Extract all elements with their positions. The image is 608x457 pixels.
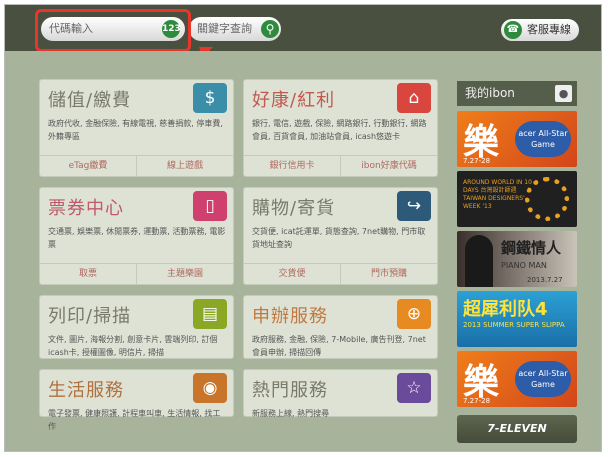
- customer-service-button[interactable]: ☎ 客服專線: [501, 19, 579, 41]
- card-description: 新服務上線, 熱門搜尋: [252, 409, 330, 418]
- house-icon: ⌂: [397, 83, 431, 113]
- ibon-deal-code-link[interactable]: ibon好康代碼: [340, 156, 437, 176]
- card-title: 生活服務: [48, 380, 124, 401]
- ticket-icon: ▯: [193, 191, 227, 221]
- card-description: 文件, 圖片, 海報分割, 創意卡片, 雲端列印, 訂個icash卡, 授權圖像…: [48, 335, 218, 357]
- banner-subtitle: 2013 SUMMER SUPER SLIPPA: [463, 321, 565, 329]
- theme-park-link[interactable]: 主題樂園: [136, 264, 233, 284]
- banner-logo: acer All-Star Game: [515, 121, 571, 157]
- card-title: 熱門服務: [252, 380, 328, 401]
- card-title: 好康/紅利: [252, 90, 336, 111]
- banner-super-slippa[interactable]: 超犀利队4 2013 SUMMER SUPER SLIPPA: [457, 291, 577, 347]
- ibon-screen: 代碼輸入 123 關鍵字查詢 ⚲ ☎ 客服專線 儲值/繳費 $ 政府代收, 金融…: [4, 4, 602, 452]
- document-icon: ▤: [193, 299, 227, 329]
- banner-piano-man[interactable]: 鋼鐵情人 PIANO MAN 2013.7.27: [457, 231, 577, 287]
- card-description: 交通票, 娛樂票, 休閒票券, 運動票, 活動票務, 電影票: [48, 227, 226, 249]
- banner-date: 7.27-28: [463, 157, 491, 165]
- search-icon[interactable]: ⚲: [261, 20, 279, 38]
- card-title: 票券中心: [48, 198, 124, 219]
- card-links: 交貨便 門市預購: [244, 263, 437, 284]
- card-description: 電子發票, 健康照護, 計程車叫車, 生活情報, 找工作: [48, 409, 221, 431]
- banner-date: 7.27-28: [463, 397, 491, 405]
- online-games-link[interactable]: 線上遊戲: [136, 156, 233, 176]
- card-description: 政府代收, 金融保險, 有線電視, 慈善捐款, 停車費, 外籍專區: [48, 119, 223, 141]
- main-content: 儲值/繳費 $ 政府代收, 金融保險, 有線電視, 慈善捐款, 停車費, 外籍專…: [5, 51, 601, 451]
- card-description: 政府服務, 金融, 保險, 7-Mobile, 廣告刊登, 7net會員申辦, …: [252, 335, 426, 357]
- export-icon: ↪: [397, 191, 431, 221]
- card-application-services[interactable]: 申辦服務 ⊕ 政府服務, 金融, 保險, 7-Mobile, 廣告刊登, 7ne…: [243, 295, 438, 359]
- card-description: 銀行, 電信, 遊戲, 保險, 網路銀行, 行動銀行, 網路會員, 百貨會員, …: [252, 119, 427, 141]
- banner-allstar-game[interactable]: 樂 acer All-Star Game 7.27-28: [457, 111, 577, 167]
- card-title: 列印/掃描: [48, 306, 132, 327]
- card-print-scan[interactable]: 列印/掃描 ▤ 文件, 圖片, 海報分割, 創意卡片, 雲端列印, 訂個icas…: [39, 295, 234, 359]
- banner-title: 鋼鐵情人: [501, 239, 562, 257]
- card-popular-services[interactable]: 熱門服務 ☆ 新服務上線, 熱門搜尋: [243, 369, 438, 418]
- banner-title: 超犀利队4: [463, 299, 548, 320]
- card-links: 銀行信用卡 ibon好康代碼: [244, 155, 437, 176]
- plus-icon: ⊕: [397, 299, 431, 329]
- star-icon: ☆: [397, 373, 431, 403]
- card-title: 購物/寄貨: [252, 198, 336, 219]
- seven-eleven-button[interactable]: 7-ELEVEN: [457, 415, 577, 443]
- phone-icon: ☎: [504, 21, 522, 39]
- location-pin-icon: ◉: [193, 373, 227, 403]
- banner-subtitle: PIANO MAN: [501, 261, 547, 270]
- banner-date: 2013.7.27: [527, 276, 563, 284]
- banner-text: AROUND WORLD IN 10 DAYS 台灣設計師週 TAIWAN DE…: [463, 179, 532, 210]
- bank-credit-card-link[interactable]: 銀行信用卡: [244, 156, 340, 176]
- card-title: 儲值/繳費: [48, 90, 132, 111]
- dollar-icon: $: [193, 83, 227, 113]
- card-ticket-center[interactable]: 票券中心 ▯ 交通票, 娛樂票, 休閒票券, 運動票, 活動票務, 電影票 取票…: [39, 187, 234, 285]
- banner-designers-week[interactable]: AROUND WORLD IN 10 DAYS 台灣設計師週 TAIWAN DE…: [457, 171, 577, 227]
- my-ibon-button[interactable]: 我的ibon ●: [457, 81, 577, 106]
- card-deposit-payment[interactable]: 儲值/繳費 $ 政府代收, 金融保險, 有線電視, 慈善捐款, 停車費, 外籍專…: [39, 79, 234, 177]
- banner-allstar-game-2[interactable]: 樂 acer All-Star Game 7.27-28: [457, 351, 577, 407]
- card-deals-bonus[interactable]: 好康/紅利 ⌂ 銀行, 電信, 遊戲, 保險, 網路銀行, 行動銀行, 網路會員…: [243, 79, 438, 177]
- customer-service-label: 客服專線: [527, 23, 571, 36]
- delivery-service-link[interactable]: 交貨便: [244, 264, 340, 284]
- card-links: eTag繳費 線上遊戲: [40, 155, 233, 176]
- banner-logo: acer All-Star Game: [515, 361, 571, 397]
- user-icon: ●: [555, 85, 572, 102]
- banner-person-image: [465, 235, 493, 287]
- banner-ring-graphic: [525, 177, 569, 221]
- my-ibon-label: 我的ibon: [465, 86, 515, 100]
- card-description: 交貨便, icat託運單, 貨態查詢, 7net購物, 門市取貨地址查詢: [252, 227, 426, 249]
- card-title: 申辦服務: [252, 306, 328, 327]
- store-preorder-link[interactable]: 門市預購: [340, 264, 437, 284]
- card-life-services[interactable]: 生活服務 ◉ 電子發票, 健康照護, 計程車叫車, 生活情報, 找工作: [39, 369, 234, 431]
- etag-payment-link[interactable]: eTag繳費: [40, 156, 136, 176]
- card-shopping-shipping[interactable]: 購物/寄貨 ↪ 交貨便, icat託運單, 貨態查詢, 7net購物, 門市取貨…: [243, 187, 438, 285]
- card-links: 取票 主題樂園: [40, 263, 233, 284]
- highlight-box: [35, 9, 191, 52]
- pick-up-ticket-link[interactable]: 取票: [40, 264, 136, 284]
